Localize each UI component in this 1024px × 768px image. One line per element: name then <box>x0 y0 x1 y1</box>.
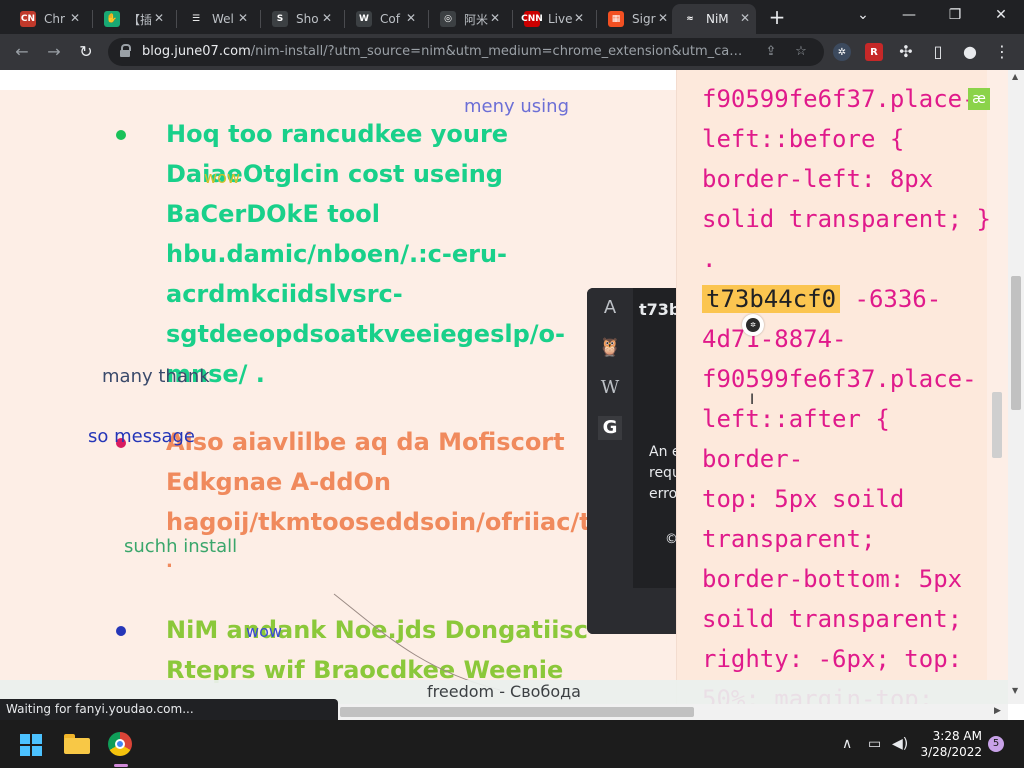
browser-tab[interactable]: ▦ Sigr ✕ <box>598 4 674 34</box>
danmaku-comment: wow <box>246 622 282 641</box>
scroll-thumb[interactable] <box>1011 276 1021 410</box>
owl-icon[interactable]: 🦉 <box>598 336 622 360</box>
tab-close-icon[interactable]: ✕ <box>70 11 80 25</box>
browser-tab[interactable]: CNN Live ✕ <box>514 4 590 34</box>
tab-favicon-icon: ✋ <box>104 11 120 27</box>
tab-favicon-icon: CN <box>20 11 36 27</box>
install-step-chrome[interactable]: Hoq too rancudkee youre DaiaeOtglcin cos… <box>166 114 565 394</box>
tab-strip: CN Chr ✕ ✋ 【插 ✕ ☰ Wel ✕ S Sho ✕ W Cof ✕ ◎ 阿米 ✕ CNN Live ✕ ▦ Si… <box>0 0 1024 34</box>
new-tab-button[interactable]: + <box>766 6 788 28</box>
tab-title: Cof <box>380 12 400 26</box>
scroll-up-icon[interactable]: ▲ <box>1012 72 1020 81</box>
nim-float-icon[interactable]: ✲ <box>742 314 764 336</box>
install-step-edge[interactable]: Aiso aiavlilbe aq da Mofiscort Edkgnae A… <box>166 422 591 542</box>
tab-title: 【插 <box>128 12 152 27</box>
wikipedia-icon[interactable]: W <box>598 376 622 400</box>
danmaku-comment: suchh install <box>124 536 238 557</box>
page-vertical-scrollbar[interactable]: ▲ ▼ <box>1008 70 1024 704</box>
minimize-button[interactable]: — <box>886 0 932 30</box>
notification-badge[interactable]: 5 <box>988 736 1004 752</box>
text-cursor-icon: I <box>750 392 755 408</box>
browser-tab[interactable]: ≈ NiM ✕ <box>672 4 756 34</box>
tab-close-icon[interactable]: ✕ <box>658 11 668 25</box>
danmaku-comment: wow <box>204 168 240 187</box>
ae-dictionary-icon[interactable]: æ <box>968 88 990 110</box>
tab-close-icon[interactable]: ✕ <box>154 11 164 25</box>
danmaku-comment: meny using <box>464 96 570 117</box>
tab-close-icon[interactable]: ✕ <box>238 11 248 25</box>
tab-favicon-icon: ◎ <box>440 11 456 27</box>
css-code-panel: f90599fe6f37.place- left::before { borde… <box>676 70 991 704</box>
danmaku-comment: so message <box>88 426 196 447</box>
address-bar[interactable]: blog.june07.com/nim-install/?utm_source=… <box>108 38 824 66</box>
scroll-right-icon[interactable]: ▶ <box>994 706 1001 716</box>
popup-title: t73b <box>639 300 681 319</box>
browser-tab[interactable]: CN Chr ✕ <box>10 4 86 34</box>
url-text[interactable]: blog.june07.com/nim-install/?utm_source=… <box>142 44 754 59</box>
windows-taskbar: ∧ ▭ ◀) 3:28 AM 3/28/2022 5 <box>0 720 1024 768</box>
lock-icon[interactable] <box>120 44 131 57</box>
install-instructions: Hoq too rancudkee youre DaiaeOtglcin cos… <box>0 90 676 704</box>
reload-icon[interactable]: ↻ <box>74 40 98 64</box>
tab-close-icon[interactable]: ✕ <box>490 11 500 25</box>
back-arrow-icon[interactable]: ← <box>10 40 34 64</box>
tab-close-icon[interactable]: ✕ <box>574 11 584 25</box>
tab-title: Sho <box>296 12 319 26</box>
chrome-icon[interactable] <box>108 732 132 756</box>
dictionary-a-icon[interactable]: A <box>598 296 622 320</box>
browser-tab[interactable]: W Cof ✕ <box>346 4 422 34</box>
system-clock[interactable]: 3:28 AM 3/28/2022 <box>918 728 982 760</box>
forward-arrow-icon[interactable]: → <box>42 40 66 64</box>
tab-title: 阿米 <box>464 12 488 27</box>
tab-title: Wel <box>212 12 234 26</box>
scroll-thumb[interactable] <box>340 707 694 717</box>
tab-favicon-icon: ≈ <box>682 11 698 27</box>
bookmark-star-icon[interactable]: ☆ <box>792 43 810 61</box>
tab-favicon-icon: ▦ <box>608 11 624 27</box>
browser-toolbar: ← → ↻ blog.june07.com/nim-install/?utm_s… <box>0 34 1024 70</box>
tab-favicon-icon: S <box>272 11 288 27</box>
bullet-point <box>116 130 126 140</box>
dictionary-popup[interactable]: A 🦉 W G t73b An e requ erro © <box>587 288 687 634</box>
network-icon[interactable]: ▭ <box>868 736 881 752</box>
tab-title: Chr <box>44 12 65 26</box>
chevron-up-icon[interactable]: ∧ <box>842 736 852 752</box>
side-panel-icon[interactable]: ▯ <box>926 40 950 64</box>
tab-title: NiM <box>706 12 729 26</box>
tab-favicon-icon: W <box>356 11 372 27</box>
css-code-text[interactable]: f90599fe6f37.place- left::before { borde… <box>702 79 992 704</box>
menu-dots-icon[interactable]: ⋮ <box>990 40 1014 64</box>
profile-icon[interactable]: ● <box>958 40 982 64</box>
code-panel-scrollbar[interactable] <box>992 392 1002 458</box>
google-icon[interactable]: G <box>598 416 622 440</box>
volume-icon[interactable]: ◀) <box>892 736 908 752</box>
tab-close-icon[interactable]: ✕ <box>740 11 750 25</box>
tab-title: Sigr <box>632 12 656 26</box>
selected-word-highlight[interactable]: t73b44cf0 <box>702 285 841 313</box>
close-window-button[interactable]: ✕ <box>978 0 1024 30</box>
restore-button[interactable]: ❐ <box>932 0 978 30</box>
tab-close-icon[interactable]: ✕ <box>322 11 332 25</box>
tab-favicon-icon: ☰ <box>188 11 204 27</box>
bullet-point <box>116 626 126 636</box>
tab-title: Live <box>548 12 572 26</box>
windows-start-icon[interactable] <box>20 734 42 756</box>
browser-tab[interactable]: ☰ Wel ✕ <box>178 4 254 34</box>
share-icon[interactable]: ⇪ <box>762 43 780 61</box>
browser-tab[interactable]: ✋ 【插 ✕ <box>94 4 170 34</box>
danmaku-comment: many thank <box>102 366 210 387</box>
file-explorer-icon[interactable] <box>64 734 90 754</box>
scroll-down-icon[interactable]: ▼ <box>1012 686 1020 695</box>
browser-tab[interactable]: S Sho ✕ <box>262 4 338 34</box>
tab-favicon-icon: CNN <box>521 11 543 27</box>
status-bar: Waiting for fanyi.youdao.com... <box>0 699 338 720</box>
tab-search-button[interactable]: ⌄ <box>840 0 886 30</box>
web-page: Hoq too rancudkee youre DaiaeOtglcin cos… <box>0 70 1008 704</box>
browser-tab[interactable]: ◎ 阿米 ✕ <box>430 4 506 34</box>
extensions-puzzle-icon[interactable]: ✣ <box>894 40 918 64</box>
extension-nim-icon[interactable]: ✲ <box>833 43 851 61</box>
extension-red-icon[interactable]: R <box>865 43 883 61</box>
tab-close-icon[interactable]: ✕ <box>406 11 416 25</box>
popup-source-rail: A 🦉 W G <box>587 288 633 634</box>
